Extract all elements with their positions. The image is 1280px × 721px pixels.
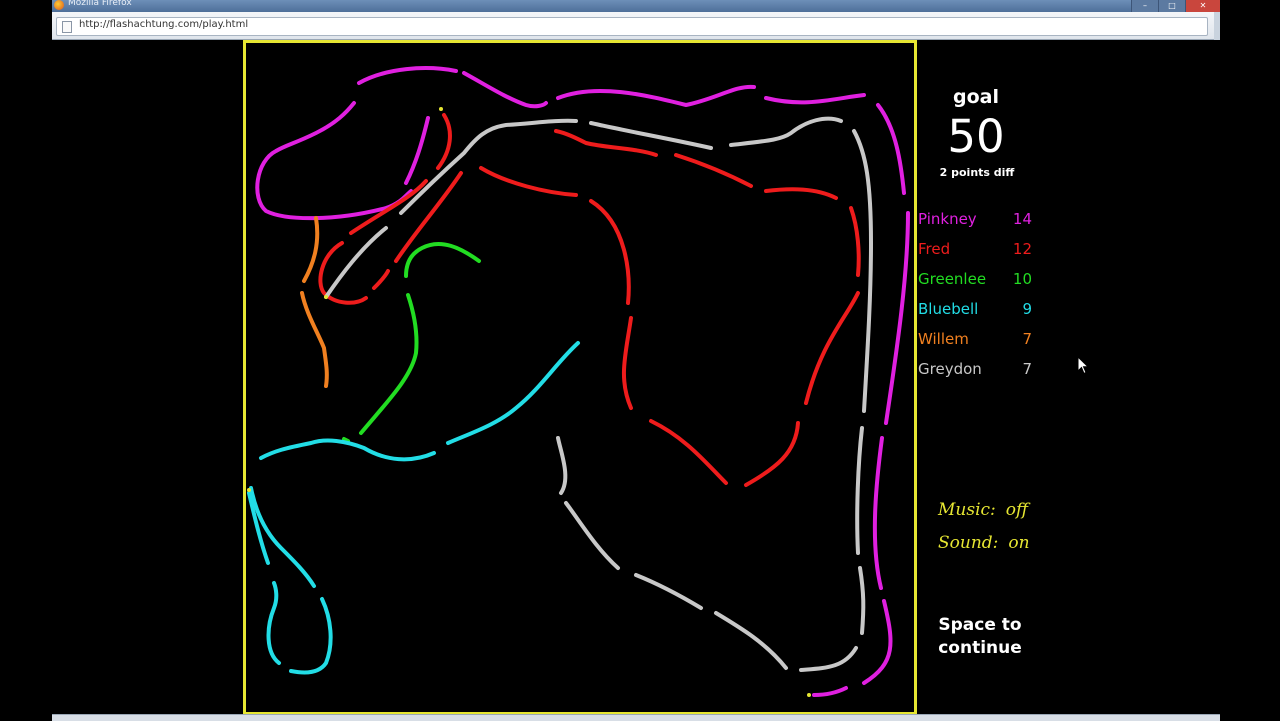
- continue-line-2: continue: [938, 638, 1022, 658]
- trail-fred-seg: [744, 421, 800, 487]
- maximize-button[interactable]: □: [1158, 0, 1185, 12]
- trail-greenlee-seg: [404, 242, 481, 278]
- trail-greydon-seg: [634, 573, 703, 610]
- trail-pinkney-seg: [862, 599, 893, 685]
- trail-greydon-seg: [855, 426, 864, 555]
- trail-bluebell: [247, 341, 580, 675]
- trail-fred-seg: [589, 199, 631, 305]
- sound-label: Sound:: [938, 533, 999, 553]
- trail-greydon: [324, 116, 873, 672]
- trail-fred-seg: [621, 316, 633, 410]
- music-value[interactable]: off: [1006, 500, 1028, 520]
- navigation-toolbar: http://flashachtung.com/play.html: [52, 12, 1220, 40]
- player-head-dot: [439, 107, 443, 111]
- trails-canvas: [247, 66, 910, 697]
- close-button[interactable]: ✕: [1185, 0, 1220, 12]
- trail-greenlee-seg: [359, 293, 419, 435]
- music-toggle[interactable]: Music: off: [938, 500, 1028, 520]
- trail-bluebell-seg: [289, 597, 333, 675]
- trail-pinkney-seg: [462, 71, 548, 109]
- game-arena[interactable]: [243, 40, 917, 715]
- trail-greydon-seg: [556, 436, 568, 495]
- address-url[interactable]: http://flashachtung.com/play.html: [79, 19, 248, 30]
- score-row: Pinkney 14: [918, 210, 1036, 240]
- trail-bluebell-seg: [259, 438, 436, 462]
- sound-value[interactable]: on: [1008, 533, 1029, 553]
- points-diff: 2 points diff: [939, 166, 1015, 179]
- trail-willem-seg: [300, 291, 329, 388]
- player-head-dot: [324, 295, 328, 299]
- trail-pinkney-seg: [255, 101, 413, 221]
- address-bar[interactable]: http://flashachtung.com/play.html: [56, 17, 1208, 36]
- trail-fred-seg: [479, 166, 578, 197]
- trail-fred-seg: [349, 179, 428, 235]
- trail-pinkney-seg: [764, 93, 866, 105]
- player-score: 7: [1022, 330, 1032, 348]
- score-row: Bluebell 9: [918, 300, 1036, 330]
- trail-fred-seg: [764, 187, 838, 200]
- goal-value: 50: [947, 110, 1005, 163]
- trail-bluebell-seg: [266, 581, 281, 665]
- trail-pinkney-seg: [812, 686, 848, 697]
- trail-fred-seg: [436, 113, 452, 170]
- player-name: Fred: [918, 240, 951, 258]
- mouse-cursor-icon: [1077, 356, 1090, 375]
- player-head-dot: [247, 488, 251, 492]
- player-name: Willem: [918, 330, 969, 348]
- trail-greydon-seg: [714, 611, 788, 670]
- window-titlebar: Mozilla Firefox – □ ✕: [52, 0, 1220, 12]
- music-label: Music:: [938, 500, 996, 520]
- score-row: Greenlee 10: [918, 270, 1036, 300]
- player-score: 7: [1022, 360, 1032, 378]
- window-controls: – □ ✕: [1131, 0, 1220, 12]
- score-row: Willem 7: [918, 330, 1036, 360]
- trail-pinkney-seg: [556, 84, 756, 107]
- window-title: Mozilla Firefox: [68, 0, 132, 8]
- player-name: Pinkney: [918, 210, 977, 228]
- trail-fred-seg: [674, 153, 753, 188]
- player-head-dot: [807, 693, 811, 697]
- trail-fred-seg: [372, 269, 390, 290]
- trail-fred-seg: [649, 419, 728, 485]
- trail-pinkney-seg: [876, 103, 906, 195]
- trail-pinkney-seg: [357, 66, 458, 85]
- player-score: 10: [1012, 270, 1032, 288]
- trail-greydon-seg: [858, 566, 866, 635]
- goal-label: goal: [953, 86, 999, 108]
- player-name: Bluebell: [918, 300, 979, 318]
- trail-greenlee: [342, 242, 481, 443]
- trail-willem: [300, 216, 329, 388]
- side-panel: goal 50 2 points diff Pinkney 14 Fred 12…: [918, 40, 1218, 715]
- trail-fred-seg: [849, 206, 861, 277]
- page-icon: [62, 21, 72, 33]
- scoreboard: Pinkney 14 Fred 12 Greenlee 10 Bluebell …: [918, 210, 1036, 390]
- trail-fred-seg: [804, 291, 860, 405]
- trail-greydon-seg: [589, 121, 713, 150]
- trail-fred: [318, 113, 861, 487]
- trail-pinkney-seg: [404, 116, 430, 185]
- player-heads: [247, 107, 811, 697]
- window-edge: [1214, 12, 1220, 40]
- player-score: 9: [1022, 300, 1032, 318]
- continue-line-1: Space to: [938, 615, 1022, 635]
- firefox-icon: [54, 0, 64, 10]
- sound-toggle[interactable]: Sound: on: [938, 533, 1030, 553]
- trail-pinkney-seg: [872, 436, 884, 590]
- trail-pinkney-seg: [884, 211, 910, 425]
- score-row: Greydon 7: [918, 360, 1036, 390]
- player-name: Greydon: [918, 360, 982, 378]
- player-score: 12: [1012, 240, 1032, 258]
- continue-prompt: Space to continue: [918, 614, 1042, 660]
- player-name: Greenlee: [918, 270, 987, 288]
- minimize-button[interactable]: –: [1131, 0, 1158, 12]
- trail-greydon-seg: [564, 501, 620, 570]
- trail-greydon-seg: [399, 118, 578, 215]
- trail-greydon-seg: [799, 646, 858, 672]
- trail-bluebell-seg: [446, 341, 580, 445]
- score-row: Fred 12: [918, 240, 1036, 270]
- trail-greydon-seg: [729, 116, 843, 147]
- trail-willem-seg: [302, 216, 320, 283]
- player-score: 14: [1012, 210, 1032, 228]
